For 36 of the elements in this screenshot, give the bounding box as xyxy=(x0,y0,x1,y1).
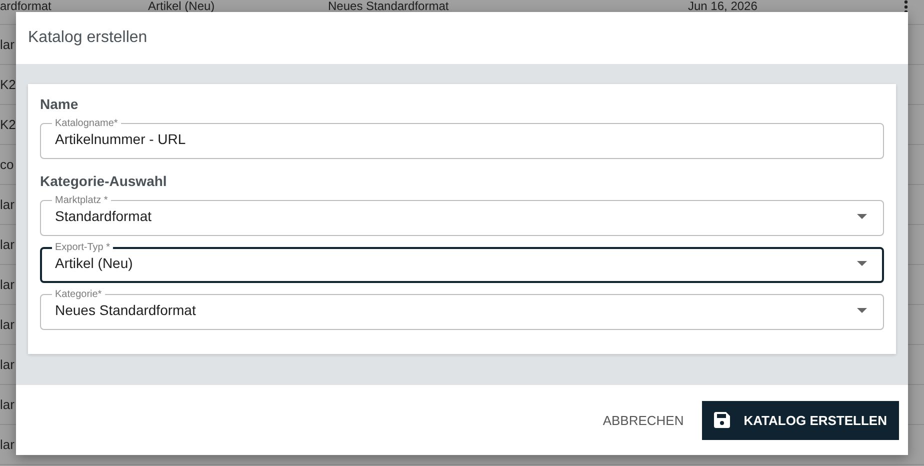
table-cell: lar xyxy=(0,437,14,452)
table-cell: lar xyxy=(0,317,14,332)
table-cell: lar xyxy=(0,397,14,412)
select-field[interactable]: Kategorie* Neues Standardformat xyxy=(40,289,884,330)
table-cell: lar xyxy=(0,277,14,292)
section-heading: Name xyxy=(40,96,80,112)
save-icon xyxy=(714,412,730,428)
table-cell: ardformat xyxy=(0,0,52,12)
cancel-button[interactable]: ABBRECHEN xyxy=(602,404,684,436)
select-field[interactable]: Marktplatz * Standardformat xyxy=(40,195,884,236)
table-cell: Neues Standardformat xyxy=(328,0,449,12)
table-cell: K2 xyxy=(0,117,16,132)
dialog-title: Katalog erstellen xyxy=(28,29,148,47)
caret-icon xyxy=(857,260,867,266)
field-label: Export-Typ * xyxy=(54,242,112,253)
caret-icon xyxy=(857,214,867,218)
field-value: Neues Standardformat xyxy=(55,302,196,318)
table-cell: Jun 16, 2026 xyxy=(688,0,758,12)
table-cell: Artikel (Neu) xyxy=(148,0,215,12)
input-field[interactable]: Katalogname* Artikelnummer - URL xyxy=(40,118,884,159)
create-button[interactable]: KATALOG ERSTELLEN xyxy=(702,400,899,440)
table-cell: lar xyxy=(0,357,14,372)
table-cell: lar xyxy=(0,197,14,212)
field-value: Artikelnummer - URL xyxy=(55,131,186,147)
caret-icon xyxy=(857,308,867,312)
field-label: Marktplatz * xyxy=(54,195,109,206)
table-cell: lar xyxy=(0,237,14,252)
field-value: Standardformat xyxy=(55,208,152,224)
section-heading: Kategorie-Auswahl xyxy=(40,173,168,189)
field-label: Katalogname* xyxy=(54,118,119,129)
table-cell: lar xyxy=(0,37,14,52)
field-value: Artikel (Neu) xyxy=(55,255,133,271)
select-field[interactable]: Export-Typ * Artikel (Neu) xyxy=(40,242,884,283)
table-cell: co xyxy=(0,157,14,172)
field-label: Kategorie* xyxy=(54,289,103,300)
table-cell: K2 xyxy=(0,77,16,92)
